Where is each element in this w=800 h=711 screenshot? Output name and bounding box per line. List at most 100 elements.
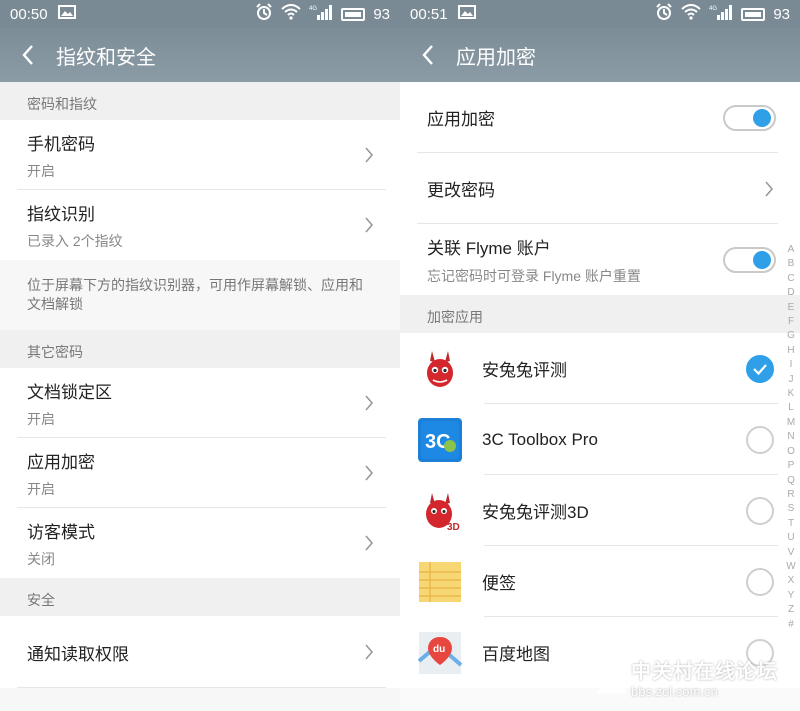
section-header-encrypted-apps: 加密应用 [400,295,800,333]
index-letter[interactable]: S [788,502,795,516]
setting-label: 手机密码 [27,134,95,154]
index-letter[interactable]: O [787,445,795,459]
watermark-title: 中关村在线论坛 [631,661,778,683]
icon-label: du [433,644,445,655]
app-row-notes[interactable]: 便签 [400,546,800,617]
index-letter[interactable]: W [786,560,795,574]
index-letter[interactable]: L [788,401,794,415]
app-name: 安兔兔评测3D [482,503,589,522]
image-notification-icon [457,5,476,23]
antutu-3d-app-icon: 3D [418,489,462,533]
chevron-left-icon [22,45,33,65]
back-button[interactable] [0,44,56,66]
wifi-icon [281,4,301,24]
setting-notification-access[interactable]: 通知读取权限 [0,616,400,688]
zol-logo-icon [596,658,627,694]
app-checkbox[interactable] [746,567,774,596]
chevron-right-icon [365,465,374,481]
back-button[interactable] [400,44,456,66]
flyme-account-row: 关联 Flyme 账户 忘记密码时可登录 Flyme 账户重置 [400,224,800,295]
status-time: 00:51 [410,5,448,23]
index-letter[interactable]: A [788,243,795,257]
setting-app-encryption[interactable]: 应用加密 开启 [0,438,400,508]
index-letter[interactable]: C [787,272,794,286]
index-letter[interactable]: Q [787,474,795,488]
change-password-row[interactable]: 更改密码 [400,153,800,224]
setting-status: 开启 [27,410,55,427]
signal-icon: 4G [709,4,733,24]
index-letter[interactable]: X [788,574,795,588]
settings-fingerprint-security-screen: 00:50 4G 93 指纹和安全 密码和指纹 手机密码 开启 指纹识别 已录入… [0,0,400,711]
alphabet-index-bar[interactable]: A B C D E F G H I J K L M N O P Q R S T … [784,243,798,632]
notes-app-icon [418,560,462,604]
flyme-account-toggle[interactable] [723,246,776,273]
antutu-app-icon [418,347,462,391]
app-encryption-screen: 00:51 4G 93 应用加密 应用加密 更改密码 关联 Flyme 账户 忘… [400,0,800,711]
index-letter[interactable]: I [790,358,793,372]
chevron-right-icon [765,180,774,197]
index-letter[interactable]: H [787,344,794,358]
index-letter[interactable]: P [788,459,795,473]
index-letter[interactable]: E [788,301,795,315]
chevron-right-icon [365,535,374,551]
setting-status: 关闭 [27,550,55,567]
chevron-right-icon [365,395,374,411]
watermark-url: bbs.zol.com.cn [631,684,718,699]
chevron-right-icon [365,644,374,660]
app-checkbox[interactable] [746,496,774,525]
app-encryption-toggle[interactable] [723,104,776,131]
app-bar: 指纹和安全 [0,28,400,82]
section-header-other-passwords: 其它密码 [0,330,400,368]
index-letter[interactable]: Y [788,589,795,603]
index-letter[interactable]: N [787,430,794,444]
status-time: 00:50 [10,5,48,23]
battery-icon [341,7,366,21]
image-notification-icon [57,5,76,23]
app-row-3c-toolbox[interactable]: 3C 3C Toolbox Pro [400,404,800,475]
index-letter[interactable]: V [788,546,795,560]
app-checkbox[interactable] [746,354,774,383]
index-letter[interactable]: D [787,286,794,300]
3c-toolbox-app-icon: 3C [418,417,462,462]
index-letter[interactable]: J [789,373,794,387]
app-name: 安兔兔评测 [482,361,567,380]
setting-guest-mode[interactable]: 访客模式 关闭 [0,508,400,578]
index-letter[interactable]: T [788,517,794,531]
index-letter[interactable]: U [787,531,794,545]
signal-icon: 4G [309,4,333,24]
chevron-right-icon [365,147,374,163]
setting-document-lock[interactable]: 文档锁定区 开启 [0,368,400,438]
index-letter[interactable]: K [788,387,795,401]
wifi-icon [681,4,701,24]
chevron-left-icon [422,45,433,65]
index-letter[interactable]: R [787,488,794,502]
app-row-antutu[interactable]: 安兔兔评测 [400,333,800,404]
chevron-right-icon [365,217,374,233]
index-letter[interactable]: Z [788,603,794,617]
setting-label: 更改密码 [427,181,495,200]
battery-icon [741,7,766,21]
index-letter[interactable]: M [787,416,795,430]
setting-label: 访客模式 [27,522,95,542]
app-encryption-toggle-row: 应用加密 [400,82,800,153]
watermark: 中关村在线论坛 bbs.zol.com.cn [593,655,778,699]
divider [17,687,386,688]
index-letter[interactable]: # [788,618,794,632]
alarm-icon [655,3,673,25]
setting-label: 文档锁定区 [27,382,112,402]
network-type: 4G [709,6,717,12]
fingerprint-note: 位于屏幕下方的指纹识别器，可用作屏幕解锁、应用和文档解锁 [0,260,400,330]
index-letter[interactable]: B [788,257,795,271]
setting-label: 应用加密 [27,452,95,472]
app-checkbox[interactable] [746,425,774,454]
setting-status: 开启 [27,162,55,179]
setting-phone-password[interactable]: 手机密码 开启 [0,120,400,190]
index-letter[interactable]: F [788,315,794,329]
setting-fingerprint[interactable]: 指纹识别 已录入 2个指纹 [0,190,400,260]
network-type: 4G [309,6,317,12]
index-letter[interactable]: G [787,329,795,343]
app-bar: 应用加密 [400,28,800,82]
app-row-antutu-3d[interactable]: 3D 安兔兔评测3D [400,475,800,546]
setting-label: 应用加密 [427,110,495,129]
app-name: 3C Toolbox Pro [482,429,598,449]
